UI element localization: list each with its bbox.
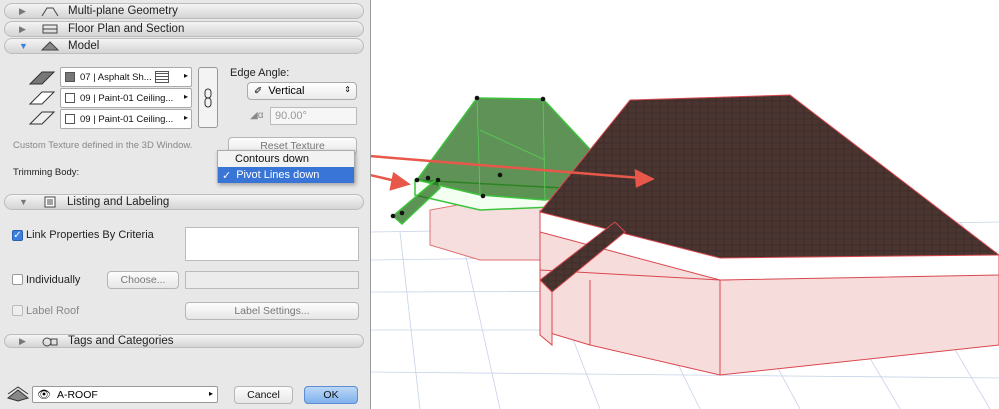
material-bottom[interactable]: 09 | Paint-01 Ceiling... ▸	[60, 109, 192, 129]
layers-icon	[6, 386, 30, 402]
top-surface-icon	[28, 71, 56, 85]
angle-icon: ◢α	[250, 110, 264, 121]
menu-item-pivot-lines-down[interactable]: ✓ Pivot Lines down	[218, 167, 354, 183]
side-surface-icon	[28, 91, 56, 105]
updown-arrow-icon: ⇕	[344, 85, 351, 94]
floor-plan-icon	[42, 24, 58, 34]
texture-icon	[155, 71, 169, 83]
section-tags-categories[interactable]: ▶ Tags and Categories	[4, 334, 364, 348]
viewport-3d[interactable]	[371, 0, 999, 409]
roof-model-icon	[41, 41, 59, 51]
label-settings-button[interactable]: Label Settings...	[185, 302, 359, 320]
criteria-list[interactable]	[185, 227, 359, 261]
menu-arrow-icon: ▸	[183, 92, 188, 101]
cancel-button[interactable]: Cancel	[234, 386, 293, 404]
checkmark-icon: ✓	[222, 169, 232, 182]
section-multiplane-geometry[interactable]: ▶ Multi-plane Geometry	[4, 3, 364, 19]
collapsed-triangle-icon[interactable]: ▶	[19, 336, 26, 347]
menu-arrow-icon: ▸	[183, 113, 188, 122]
material-chip	[65, 93, 75, 103]
bottom-surface-icon	[28, 111, 56, 125]
roof-settings-panel: ▶ Multi-plane Geometry ▶ Floor Plan and …	[0, 0, 371, 409]
chain-link-button[interactable]	[198, 67, 218, 128]
trimming-body-menu[interactable]: Contours down ✓ Pivot Lines down	[217, 150, 355, 183]
material-chip	[65, 72, 75, 82]
individually-checkbox[interactable]	[12, 274, 23, 285]
label-roof-checkbox[interactable]	[12, 305, 23, 316]
link-properties-checkbox[interactable]: ✓	[12, 230, 23, 241]
material-chip	[65, 114, 75, 124]
angle-field[interactable]: 90.00°	[270, 107, 357, 125]
individually-field[interactable]	[185, 271, 359, 289]
edge-pencil-icon: ✐	[254, 85, 263, 97]
ok-button[interactable]: OK	[304, 386, 358, 404]
edge-angle-select[interactable]: ✐ Vertical ⇕	[247, 82, 357, 100]
expanded-triangle-icon[interactable]: ▼	[19, 41, 28, 51]
collapsed-triangle-icon[interactable]: ▼	[19, 197, 28, 207]
multiplane-icon	[41, 7, 59, 17]
chain-icon	[204, 88, 212, 107]
menu-arrow-icon: ▸	[208, 389, 213, 398]
choose-button[interactable]: Choose...	[107, 271, 179, 289]
collapsed-triangle-icon[interactable]: ▶	[19, 6, 26, 17]
listing-icon	[44, 196, 56, 208]
menu-item-contours-down[interactable]: Contours down	[218, 151, 354, 167]
material-top[interactable]: 07 | Asphalt Sh... ▸	[60, 67, 192, 87]
collapsed-triangle-icon[interactable]: ▶	[19, 24, 26, 35]
tags-icon	[42, 337, 58, 347]
eye-icon: 👁	[37, 389, 51, 401]
section-listing-labeling[interactable]: ▼ Listing and Labeling	[4, 194, 364, 210]
section-floor-plan[interactable]: ▶ Floor Plan and Section	[4, 21, 364, 37]
material-side[interactable]: 09 | Paint-01 Ceiling... ▸	[60, 88, 192, 108]
section-model[interactable]: ▼ Model	[4, 38, 364, 54]
layer-select[interactable]: 👁 A-ROOF ▸	[32, 386, 218, 403]
roof-model[interactable]	[539, 94, 999, 376]
menu-arrow-icon: ▸	[183, 71, 188, 80]
